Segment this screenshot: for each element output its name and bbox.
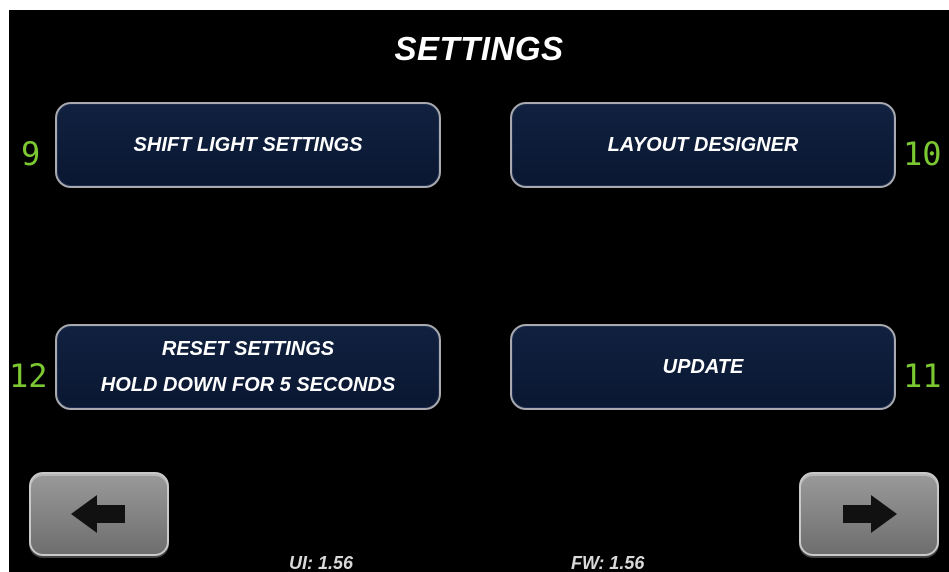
shift-light-settings-label: SHIFT LIGHT SETTINGS — [133, 134, 363, 156]
ui-version: UI: 1.56 — [289, 553, 354, 572]
settings-screen: SETTINGS SHIFT LIGHT SETTINGS 9 LAYOUT D… — [9, 10, 949, 572]
forward-button[interactable] — [799, 472, 939, 556]
arrow-left-icon — [71, 495, 125, 533]
layout-designer-label: LAYOUT DESIGNER — [607, 134, 799, 156]
shift-light-settings-button[interactable]: SHIFT LIGHT SETTINGS — [55, 102, 441, 188]
reset-settings-hint: HOLD DOWN FOR 5 SECONDS — [100, 374, 396, 396]
reset-settings-button[interactable]: RESET SETTINGS HOLD DOWN FOR 5 SECONDS — [55, 324, 441, 410]
button-number-11: 11 — [903, 357, 942, 395]
button-number-9: 9 — [21, 135, 41, 173]
back-button[interactable] — [29, 472, 169, 556]
button-number-12: 12 — [9, 357, 48, 395]
page-title: SETTINGS — [394, 30, 564, 67]
reset-settings-label: RESET SETTINGS — [161, 338, 335, 360]
layout-designer-button[interactable]: LAYOUT DESIGNER — [510, 102, 896, 188]
update-label: UPDATE — [662, 356, 744, 378]
button-number-10: 10 — [903, 135, 942, 173]
firmware-version: FW: 1.56 — [571, 553, 645, 572]
arrow-right-icon — [843, 495, 897, 533]
update-button[interactable]: UPDATE — [510, 324, 896, 410]
